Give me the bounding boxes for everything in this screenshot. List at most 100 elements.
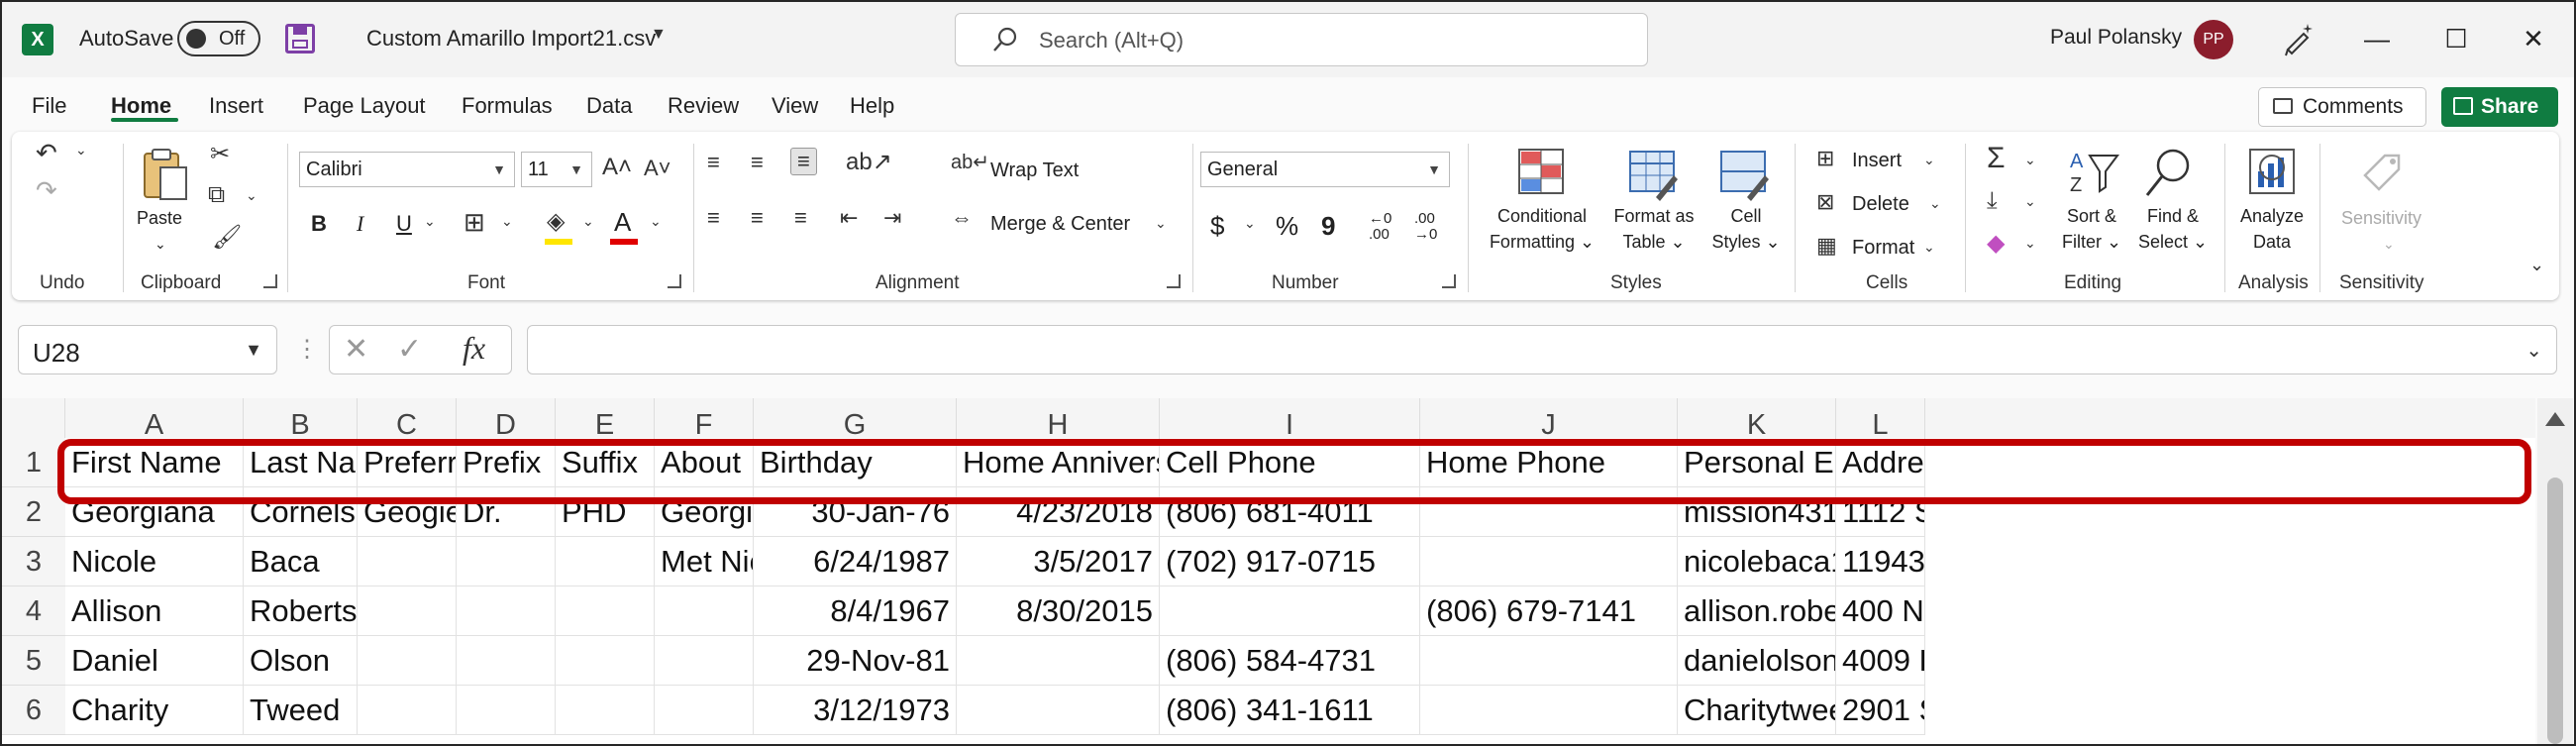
table-cell[interactable] (1420, 636, 1678, 686)
tab-home[interactable]: Home (111, 93, 171, 119)
row-header[interactable]: 4 (2, 586, 65, 636)
column-header[interactable]: A (65, 398, 244, 438)
delete-cells-icon[interactable]: ⊠ (1816, 189, 1834, 215)
chevron-down-icon[interactable]: ⌄ (1923, 239, 1935, 256)
scroll-up-icon[interactable] (2545, 412, 2565, 426)
chevron-down-icon[interactable]: ⌄ (582, 213, 594, 230)
tab-help[interactable]: Help (850, 93, 894, 119)
tab-formulas[interactable]: Formulas (462, 93, 553, 119)
table-cell[interactable]: Charity (65, 686, 244, 735)
chevron-down-icon[interactable]: ▼ (651, 26, 667, 44)
merge-center-button[interactable]: Merge & Center (990, 213, 1130, 236)
save-icon[interactable] (285, 24, 315, 53)
comments-button[interactable]: Comments (2258, 87, 2426, 127)
number-format-select[interactable]: General ▼ (1200, 152, 1450, 187)
column-header[interactable]: E (556, 398, 655, 438)
chevron-down-icon[interactable]: ⌄ (1929, 195, 1941, 212)
table-cell[interactable]: Met Nicole (655, 537, 754, 586)
format-painter-icon[interactable]: 🖌 (212, 223, 242, 252)
search-input[interactable]: Search (Alt+Q) (955, 13, 1648, 66)
format-cells-icon[interactable]: ▦ (1816, 233, 1837, 259)
align-top-icon[interactable]: ≡ (707, 150, 720, 175)
table-cell[interactable]: Nicole (65, 537, 244, 586)
italic-button[interactable]: I (357, 211, 363, 237)
chevron-down-icon[interactable]: ⌄ (2024, 235, 2036, 252)
table-cell[interactable] (556, 636, 655, 686)
table-cell[interactable]: 8/4/1967 (754, 586, 957, 636)
column-header[interactable]: L (1836, 398, 1925, 438)
dialog-launcher-icon[interactable] (668, 274, 681, 288)
insert-cells-icon[interactable]: ⊞ (1816, 146, 1834, 171)
ribbon-collapse-icon[interactable]: ⌄ (2529, 255, 2544, 275)
font-family-select[interactable]: Calibri ▼ (299, 152, 515, 187)
file-name[interactable]: Custom Amarillo Import21.csv (366, 26, 656, 52)
table-cell[interactable]: 2901 S J (1836, 686, 1925, 735)
copy-icon[interactable]: ⧉ (208, 181, 225, 209)
tab-insert[interactable]: Insert (209, 93, 263, 119)
table-cell[interactable]: danielolson461@ (1678, 636, 1836, 686)
tab-file[interactable]: File (32, 93, 66, 119)
dialog-launcher-icon[interactable] (263, 274, 277, 288)
table-cell[interactable]: Tweed (244, 686, 358, 735)
table-cell[interactable]: Daniel (65, 636, 244, 686)
chevron-down-icon[interactable]: ⌄ (2525, 338, 2542, 363)
row-header[interactable]: 5 (2, 636, 65, 686)
find-select-button[interactable]: Find & Select ⌄ (2135, 203, 2211, 255)
table-cell[interactable]: Roberts (244, 586, 358, 636)
analyze-data-icon[interactable] (2246, 146, 2298, 203)
borders-icon[interactable]: ⊞ (464, 207, 485, 238)
table-cell[interactable] (655, 586, 754, 636)
table-cell[interactable]: 4009 Ro (1836, 636, 1925, 686)
table-cell[interactable]: 3/5/2017 (957, 537, 1160, 586)
percent-button[interactable]: % (1276, 211, 1298, 242)
underline-button[interactable]: U (396, 211, 412, 237)
fill-icon[interactable]: ⤓ (1987, 187, 1998, 215)
insert-function-icon[interactable]: fx (463, 330, 485, 367)
format-as-table-button[interactable]: Format as Table ⌄ (1604, 203, 1703, 255)
pen-sparkle-icon[interactable] (2280, 20, 2318, 57)
table-cell[interactable]: 8/30/2015 (957, 586, 1160, 636)
analyze-data-button[interactable]: Analyze Data (2230, 203, 2314, 255)
chevron-down-icon[interactable]: ⌄ (501, 213, 513, 230)
column-header[interactable]: B (244, 398, 358, 438)
wrap-text-button[interactable]: Wrap Text (990, 160, 1079, 182)
row-header[interactable]: 1 (2, 438, 65, 487)
chevron-down-icon[interactable]: ⌄ (1244, 215, 1256, 232)
font-color-icon[interactable]: A (614, 207, 631, 238)
table-cell[interactable] (457, 586, 556, 636)
autosave-toggle[interactable]: Off (177, 21, 260, 56)
column-header[interactable]: G (754, 398, 957, 438)
table-cell[interactable] (457, 636, 556, 686)
align-center-icon[interactable]: ≡ (751, 205, 764, 231)
row-header[interactable]: 6 (2, 686, 65, 735)
table-cell[interactable] (358, 586, 457, 636)
share-button[interactable]: Share (2441, 87, 2558, 127)
name-box[interactable]: U28 ▼ (18, 325, 277, 374)
table-cell[interactable] (957, 636, 1160, 686)
decrease-decimal-button[interactable]: .00 →0 (1414, 211, 1448, 243)
table-cell[interactable] (1420, 686, 1678, 735)
fill-color-icon[interactable]: ◈ (547, 207, 565, 236)
tab-data[interactable]: Data (586, 93, 632, 119)
minimize-icon[interactable]: — (2347, 16, 2407, 61)
table-cell[interactable] (655, 636, 754, 686)
table-cell[interactable]: (806) 679-7141 (1420, 586, 1678, 636)
autosum-icon[interactable]: Σ (1987, 142, 2006, 175)
increase-decimal-button[interactable]: ←0 .00 (1369, 211, 1402, 243)
worksheet-grid[interactable]: ABCDEFGHIJKL 1First NameLast NamePreferr… (2, 398, 2535, 744)
table-cell[interactable] (358, 686, 457, 735)
chevron-down-icon[interactable]: ⌄ (75, 142, 87, 159)
avatar[interactable]: PP (2194, 20, 2233, 59)
table-cell[interactable] (957, 686, 1160, 735)
table-cell[interactable]: Charitytweed1@ (1678, 686, 1836, 735)
chevron-down-icon[interactable]: ⌄ (2024, 152, 2036, 168)
dialog-launcher-icon[interactable] (1167, 274, 1181, 288)
cell-styles-button[interactable]: Cell Styles ⌄ (1711, 203, 1781, 255)
align-middle-icon[interactable]: ≡ (751, 150, 764, 175)
bold-button[interactable]: B (311, 211, 327, 237)
close-icon[interactable]: ✕ (2504, 16, 2563, 61)
insert-cells-button[interactable]: Insert (1852, 150, 1902, 172)
table-cell[interactable] (358, 537, 457, 586)
table-cell[interactable]: Baca (244, 537, 358, 586)
table-cell[interactable] (457, 537, 556, 586)
